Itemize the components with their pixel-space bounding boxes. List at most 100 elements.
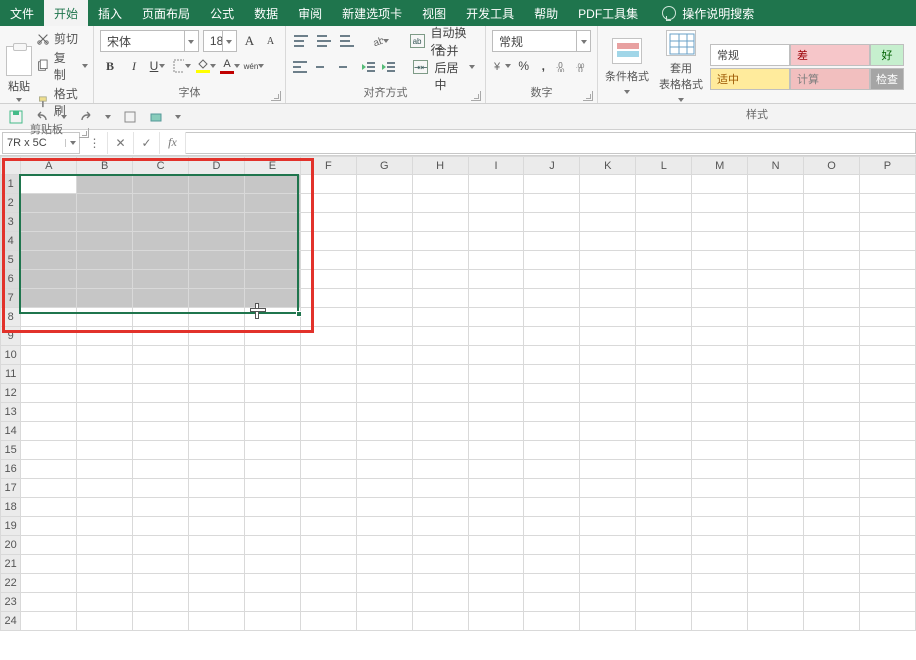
cell[interactable]: [692, 327, 748, 346]
cell[interactable]: [300, 251, 356, 270]
cell[interactable]: [636, 441, 692, 460]
cell[interactable]: [692, 194, 748, 213]
cell[interactable]: [804, 441, 860, 460]
cell[interactable]: [356, 194, 412, 213]
cell[interactable]: [356, 498, 412, 517]
conditional-format-button[interactable]: 条件格式: [602, 38, 652, 96]
row-header[interactable]: 1: [1, 175, 21, 194]
row-header[interactable]: 11: [1, 365, 21, 384]
cell[interactable]: [300, 574, 356, 593]
cell[interactable]: [804, 517, 860, 536]
cell[interactable]: [468, 346, 524, 365]
cell[interactable]: [524, 251, 580, 270]
cell[interactable]: [804, 612, 860, 631]
cell[interactable]: [524, 460, 580, 479]
cell[interactable]: [580, 460, 636, 479]
cell[interactable]: [77, 422, 133, 441]
cell[interactable]: [133, 308, 189, 327]
cell[interactable]: [21, 346, 77, 365]
cell[interactable]: [580, 308, 636, 327]
cell[interactable]: [524, 536, 580, 555]
cell[interactable]: [524, 289, 580, 308]
format-as-table-button[interactable]: 套用 表格格式: [656, 30, 706, 104]
row-header[interactable]: 19: [1, 517, 21, 536]
cell[interactable]: [636, 213, 692, 232]
cell[interactable]: [804, 175, 860, 194]
row-header[interactable]: 20: [1, 536, 21, 555]
fill-color-button[interactable]: [196, 56, 216, 76]
cell[interactable]: [748, 593, 804, 612]
cell[interactable]: [692, 403, 748, 422]
cell[interactable]: [580, 574, 636, 593]
cell[interactable]: [133, 213, 189, 232]
cell[interactable]: [636, 327, 692, 346]
cell[interactable]: [21, 232, 77, 251]
cell[interactable]: [804, 289, 860, 308]
cell[interactable]: [412, 365, 468, 384]
cell[interactable]: [692, 270, 748, 289]
cell[interactable]: [804, 479, 860, 498]
cell[interactable]: [21, 289, 77, 308]
cell[interactable]: [580, 232, 636, 251]
cell[interactable]: [804, 346, 860, 365]
tab-page-layout[interactable]: 页面布局: [132, 0, 200, 26]
cell[interactable]: [21, 479, 77, 498]
cell[interactable]: [133, 251, 189, 270]
cell[interactable]: [244, 175, 300, 194]
style-medium[interactable]: 适中: [710, 68, 790, 90]
cell[interactable]: [77, 270, 133, 289]
cell[interactable]: [804, 365, 860, 384]
cell[interactable]: [692, 441, 748, 460]
cell[interactable]: [748, 327, 804, 346]
cell[interactable]: [133, 194, 189, 213]
row-header[interactable]: 14: [1, 422, 21, 441]
font-color-button[interactable]: A: [220, 56, 240, 76]
cell[interactable]: [21, 213, 77, 232]
cell[interactable]: [524, 574, 580, 593]
cell[interactable]: [133, 574, 189, 593]
cell[interactable]: [468, 270, 524, 289]
cell[interactable]: [748, 536, 804, 555]
cell[interactable]: [189, 536, 245, 555]
cell[interactable]: [77, 593, 133, 612]
cell[interactable]: [580, 213, 636, 232]
cell[interactable]: [77, 213, 133, 232]
cell[interactable]: [133, 479, 189, 498]
cell[interactable]: [468, 251, 524, 270]
cell[interactable]: [468, 175, 524, 194]
orientation-button[interactable]: ab: [370, 31, 390, 51]
cell[interactable]: [524, 213, 580, 232]
cell[interactable]: [580, 536, 636, 555]
column-header[interactable]: C: [133, 157, 189, 175]
font-size-combo[interactable]: 18: [203, 30, 237, 52]
style-calc[interactable]: 计算: [790, 68, 870, 90]
cell[interactable]: [692, 251, 748, 270]
increase-decimal-button[interactable]: .0.00: [555, 56, 571, 76]
cell[interactable]: [859, 460, 915, 479]
cell[interactable]: [133, 441, 189, 460]
qat-button-1[interactable]: [122, 109, 138, 125]
align-right-button[interactable]: [332, 57, 348, 77]
cell[interactable]: [748, 612, 804, 631]
font-name-combo[interactable]: 宋体: [100, 30, 199, 52]
cell[interactable]: [636, 232, 692, 251]
cell[interactable]: [300, 365, 356, 384]
cell[interactable]: [692, 232, 748, 251]
cell[interactable]: [356, 517, 412, 536]
cell[interactable]: [412, 612, 468, 631]
cell[interactable]: [524, 270, 580, 289]
paste-icon[interactable]: [6, 46, 32, 76]
cell[interactable]: [580, 498, 636, 517]
cell[interactable]: [412, 175, 468, 194]
cell[interactable]: [859, 308, 915, 327]
cell[interactable]: [77, 460, 133, 479]
style-normal[interactable]: 常规: [710, 44, 790, 66]
cell[interactable]: [412, 232, 468, 251]
cell[interactable]: [244, 593, 300, 612]
cell[interactable]: [859, 574, 915, 593]
cell[interactable]: [636, 194, 692, 213]
cell[interactable]: [524, 479, 580, 498]
cell[interactable]: [636, 270, 692, 289]
cell[interactable]: [21, 441, 77, 460]
cell[interactable]: [412, 498, 468, 517]
